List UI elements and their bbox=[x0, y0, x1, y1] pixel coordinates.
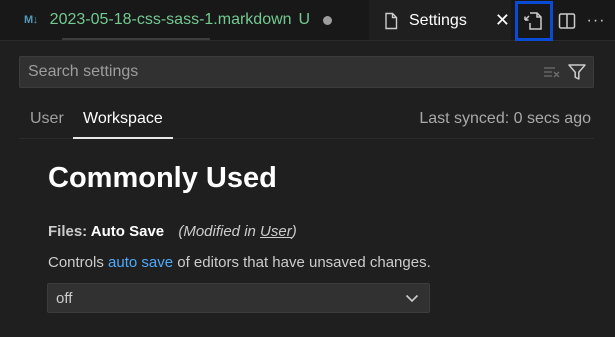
tab-settings-title: Settings bbox=[409, 11, 467, 29]
modified-suffix: ) bbox=[291, 223, 297, 240]
tab-workspace[interactable]: Workspace bbox=[83, 110, 163, 128]
open-settings-json-button[interactable] bbox=[515, 0, 553, 41]
section-title: Commonly Used bbox=[48, 162, 277, 194]
clear-filter-icon bbox=[543, 66, 561, 78]
last-synced-status: Last synced: 0 secs ago bbox=[419, 110, 591, 127]
settings-file-icon bbox=[383, 12, 399, 30]
search-input[interactable] bbox=[20, 62, 543, 82]
split-editor-icon bbox=[558, 12, 576, 29]
more-actions-button[interactable]: ··· bbox=[581, 1, 611, 41]
editor-actions: ··· bbox=[513, 0, 611, 41]
setting-title: Files: Auto Save (Modified in User) bbox=[48, 223, 297, 240]
tab-markdown-title: 2023-05-18-css-sass-1.markdown bbox=[49, 11, 292, 28]
filter-icon[interactable] bbox=[567, 63, 587, 81]
split-editor-button[interactable] bbox=[553, 1, 581, 41]
setting-category: Files: bbox=[48, 223, 91, 240]
scroll-indicator bbox=[62, 38, 210, 40]
close-icon[interactable]: ✕ bbox=[495, 10, 510, 31]
unsaved-dot-icon[interactable] bbox=[323, 15, 333, 25]
setting-name: Auto Save bbox=[90, 223, 165, 240]
setting-description: Controls auto save of editors that have … bbox=[48, 254, 431, 271]
tab-user[interactable]: User bbox=[30, 110, 64, 128]
modified-indicator: (Modified in User) bbox=[178, 223, 296, 240]
search-settings-box bbox=[19, 56, 594, 88]
tab-markdown-file[interactable]: M↓ 2023-05-18-css-sass-1.markdown U bbox=[0, 0, 369, 40]
settings-scope-tabs: User Workspace Last synced: 0 secs ago bbox=[19, 101, 594, 139]
auto-save-link[interactable]: auto save bbox=[108, 254, 173, 271]
active-tab-indicator bbox=[73, 137, 173, 139]
markdown-icon: M↓ bbox=[24, 14, 38, 26]
desc-before: Controls bbox=[48, 254, 109, 271]
modified-in-user-link[interactable]: User bbox=[260, 223, 292, 240]
chevron-down-icon bbox=[405, 293, 419, 303]
modified-prefix: (Modified in bbox=[178, 223, 261, 240]
git-status-badge: U bbox=[298, 11, 311, 28]
editor-tab-bar: M↓ 2023-05-18-css-sass-1.markdown U Sett… bbox=[0, 0, 615, 41]
tab-settings[interactable]: Settings ✕ bbox=[369, 0, 511, 40]
auto-save-value: off bbox=[56, 289, 73, 307]
desc-after: of editors that have unsaved changes. bbox=[173, 254, 431, 271]
open-file-icon bbox=[524, 11, 542, 30]
auto-save-dropdown[interactable]: off bbox=[47, 283, 430, 313]
